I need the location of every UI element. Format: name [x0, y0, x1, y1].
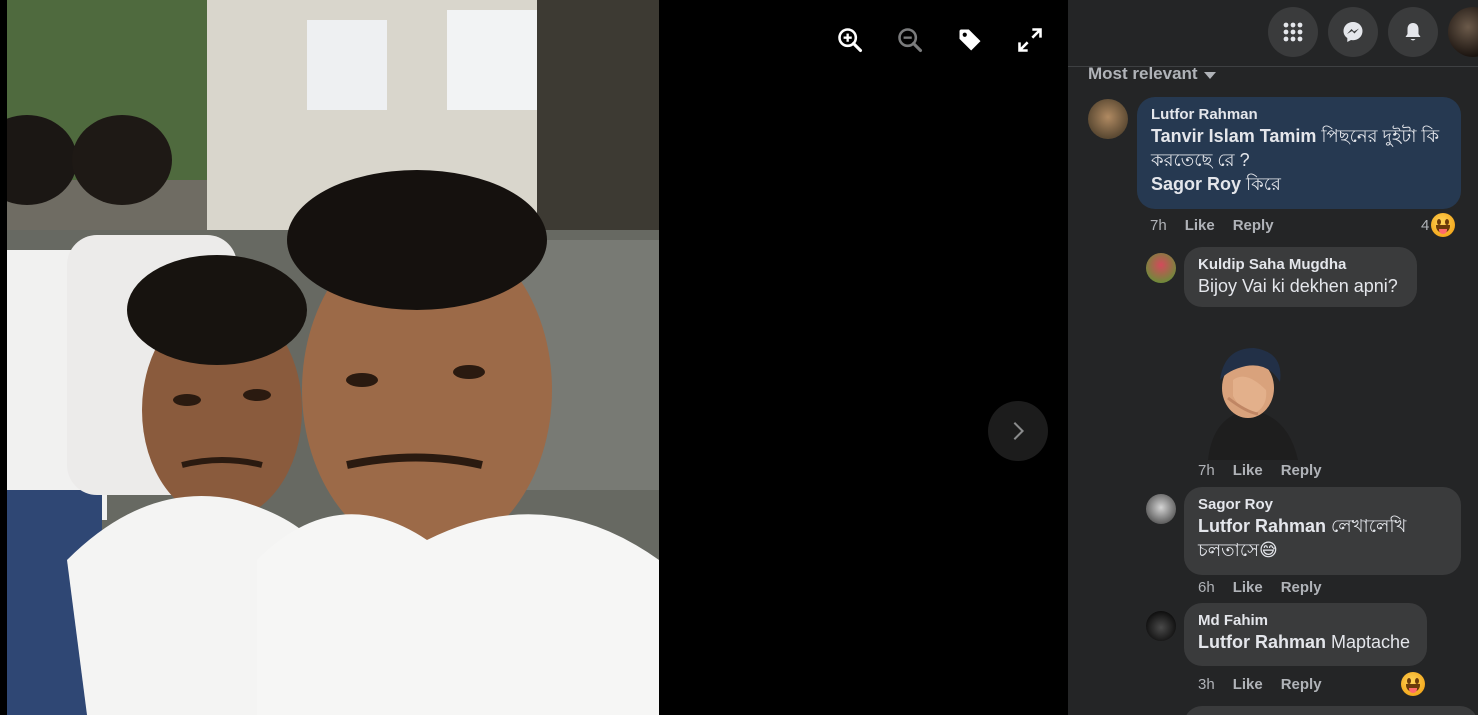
- comment-time[interactable]: 3h: [1198, 676, 1215, 693]
- like-button[interactable]: Like: [1185, 217, 1215, 234]
- comment-bubble: Sagor Roy Lutfor Rahman লেখালেখি চলতাসে😅: [1184, 487, 1461, 575]
- reply-button[interactable]: Reply: [1233, 217, 1274, 234]
- top-navigation: [1068, 0, 1478, 67]
- like-button[interactable]: Like: [1233, 579, 1263, 596]
- comment-text-segment: কিরে: [1241, 174, 1281, 194]
- haha-emoji-icon: [1401, 672, 1425, 696]
- like-button[interactable]: Like: [1233, 462, 1263, 479]
- comment-text: Tanvir Islam Tamim পিছনের দুইটা কি করতেছ…: [1151, 124, 1447, 196]
- comment-text: Lutfor Rahman লেখালেখি চলতাসে😅: [1198, 514, 1447, 562]
- comment-bubble: Kuldip Saha Mugdha Bijoy Vai ki dekhen a…: [1184, 247, 1417, 307]
- reaction-summary[interactable]: 4: [1421, 213, 1456, 237]
- caret-down-icon: [1203, 72, 1216, 79]
- comment-time[interactable]: 7h: [1198, 462, 1215, 479]
- chevron-right-icon: [1013, 422, 1025, 440]
- mention-link[interactable]: Sagor Roy: [1151, 174, 1241, 194]
- comment-bubble: Lutfor Rahman Tanvir Islam Tamim পিছনের …: [1137, 97, 1461, 209]
- mention-link[interactable]: Lutfor Rahman: [1198, 516, 1326, 536]
- photo[interactable]: [7, 0, 659, 715]
- comment-bubble: Md Fahim Lutfor Rahman Maptache: [1184, 603, 1427, 666]
- menu-grid-icon[interactable]: [1268, 7, 1318, 57]
- comment-actions: 3h Like Reply: [1198, 676, 1322, 693]
- comment-author[interactable]: Md Fahim: [1198, 611, 1413, 630]
- comment-author[interactable]: Kuldip Saha Mugdha: [1198, 255, 1403, 274]
- notifications-icon[interactable]: [1388, 7, 1438, 57]
- comment-author[interactable]: Lutfor Rahman: [1151, 105, 1447, 124]
- next-photo-button[interactable]: [988, 401, 1048, 461]
- reply-button[interactable]: Reply: [1281, 579, 1322, 596]
- sort-dropdown[interactable]: Most relevant: [1088, 64, 1216, 84]
- reply-button[interactable]: Reply: [1281, 462, 1322, 479]
- messenger-icon[interactable]: [1328, 7, 1378, 57]
- zoom-out-icon[interactable]: [890, 20, 930, 60]
- comment-time[interactable]: 6h: [1198, 579, 1215, 596]
- comment-text: Lutfor Rahman Maptache: [1198, 630, 1413, 654]
- account-avatar[interactable]: [1448, 7, 1478, 57]
- comment-text-segment: Bijoy Vai ki dekhen apni?: [1198, 276, 1398, 296]
- zoom-in-icon[interactable]: [830, 20, 870, 60]
- tag-icon[interactable]: [950, 20, 990, 60]
- comments-panel: Most relevant Lutfor Rahman Tanvir Islam…: [1068, 0, 1478, 715]
- reply-button[interactable]: Reply: [1281, 676, 1322, 693]
- comment-actions: 7h Like Reply: [1150, 217, 1274, 234]
- mention-link[interactable]: Tanvir Islam Tamim: [1151, 126, 1316, 146]
- mention-link[interactable]: Lutfor Rahman: [1198, 632, 1326, 652]
- avatar[interactable]: [1146, 611, 1176, 641]
- avatar[interactable]: [1146, 253, 1176, 283]
- avatar[interactable]: [1088, 99, 1128, 139]
- comment-time[interactable]: 7h: [1150, 217, 1167, 234]
- comment-actions: 7h Like Reply: [1198, 462, 1322, 479]
- fullscreen-icon[interactable]: [1010, 20, 1050, 60]
- comment-actions: 6h Like Reply: [1198, 579, 1322, 596]
- facepalm-avatar-sticker: [1188, 340, 1308, 460]
- like-button[interactable]: Like: [1233, 676, 1263, 693]
- comment-bubble: [1184, 706, 1478, 715]
- haha-emoji-icon: [1431, 213, 1456, 237]
- comment-text: Bijoy Vai ki dekhen apni?: [1198, 274, 1403, 298]
- sort-label: Most relevant: [1088, 64, 1198, 83]
- avatar[interactable]: [1146, 494, 1176, 524]
- reaction-count: 4: [1421, 216, 1430, 234]
- reaction-summary[interactable]: [1401, 672, 1425, 696]
- photo-viewer: [0, 0, 1068, 715]
- comment-text-segment: Maptache: [1326, 632, 1411, 652]
- comment-author[interactable]: Sagor Roy: [1198, 495, 1447, 514]
